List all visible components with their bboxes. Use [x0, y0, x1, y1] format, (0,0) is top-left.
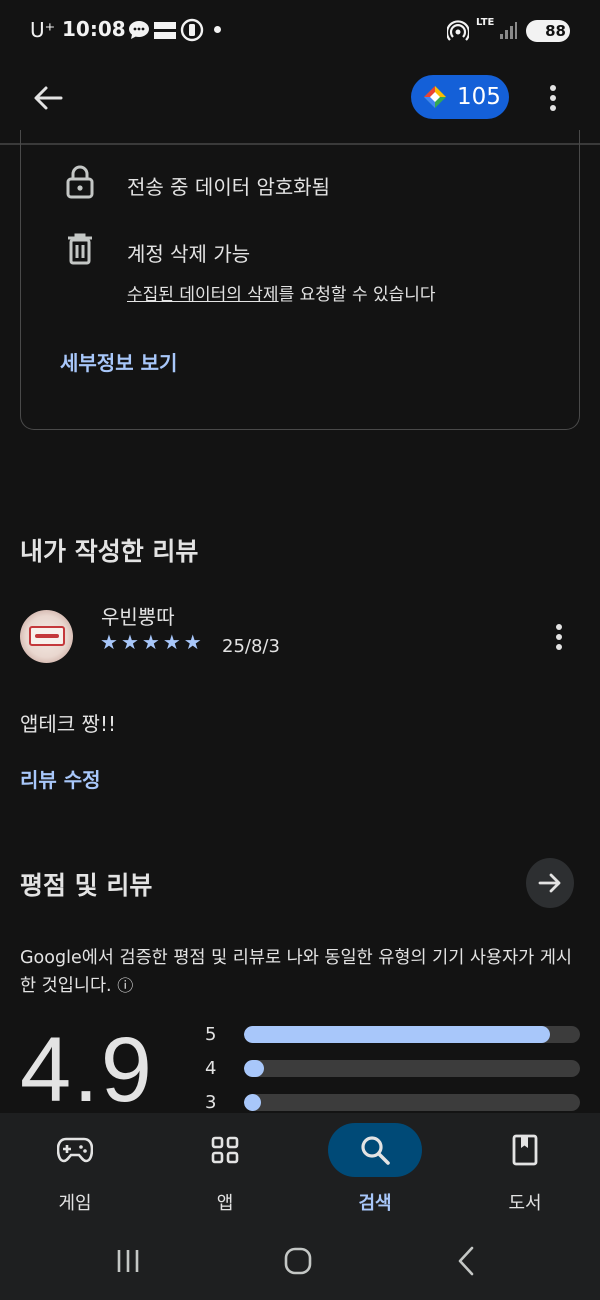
- points-count: 105: [457, 84, 501, 110]
- rating-bar-fill: [244, 1026, 550, 1043]
- play-points-button[interactable]: 105: [411, 75, 509, 119]
- star-icon: ★: [141, 630, 160, 654]
- system-back-button[interactable]: [446, 1241, 486, 1281]
- home-icon: [284, 1247, 312, 1275]
- rating-bar-fill: [244, 1060, 265, 1077]
- recent-apps-icon: [117, 1250, 139, 1272]
- review-author: 우빈뿡따: [101, 605, 175, 629]
- my-review-title: 내가 작성한 리뷰: [20, 537, 199, 566]
- review-text: 앱테크 짱!!: [20, 712, 116, 736]
- back-button[interactable]: [28, 80, 68, 116]
- star-icon: ★: [162, 630, 181, 654]
- arrow-forward-icon: [538, 873, 561, 893]
- system-navigation-bar: [0, 1223, 600, 1300]
- carrier-label: U⁺: [30, 18, 56, 42]
- apps-grid-icon: [211, 1136, 239, 1164]
- more-notifications-dot: [214, 26, 221, 33]
- info-icon[interactable]: ⓘ: [117, 976, 133, 995]
- ratings-more-button[interactable]: [526, 858, 574, 908]
- search-icon: [361, 1136, 390, 1165]
- trash-icon: [65, 232, 95, 266]
- chat-notification-icon: [128, 20, 150, 44]
- bottom-navigation: 게임 앱 검색 도서: [0, 1113, 600, 1223]
- nav-books-label: 도서: [508, 1193, 542, 1214]
- back-chevron-icon: [458, 1246, 474, 1276]
- rating-bar-fill: [244, 1094, 261, 1111]
- review-more-button[interactable]: [548, 620, 570, 654]
- nav-search[interactable]: 검색: [300, 1113, 450, 1223]
- more-options-button[interactable]: [540, 80, 566, 116]
- nav-search-label: 검색: [358, 1193, 392, 1214]
- average-rating: 4.9: [20, 1019, 154, 1121]
- rating-bar-track: [244, 1026, 580, 1043]
- clock: 10:08: [62, 17, 126, 41]
- deletion-request-suffix: 를 요청할 수 있습니다: [278, 285, 436, 305]
- edit-review-link[interactable]: 리뷰 수정: [20, 764, 101, 793]
- lte-label: LTE: [476, 17, 495, 28]
- lock-icon: [65, 165, 95, 199]
- rating-bar-label: 3: [205, 1092, 217, 1113]
- nav-games[interactable]: 게임: [0, 1113, 150, 1223]
- encrypted-in-transit-text: 전송 중 데이터 암호화됨: [127, 175, 331, 199]
- signal-icon: [498, 20, 518, 44]
- battery-indicator: 88: [526, 20, 570, 42]
- hotspot-icon: [445, 20, 471, 46]
- rating-bar-label: 5: [205, 1024, 217, 1045]
- star-icon: ★: [183, 630, 202, 654]
- arrow-back-icon: [34, 86, 63, 110]
- nav-games-label: 게임: [58, 1193, 92, 1214]
- play-points-icon: [424, 86, 446, 108]
- account-deletion-title: 계정 삭제 가능: [127, 242, 251, 266]
- more-vert-icon: [550, 85, 556, 111]
- nav-apps[interactable]: 앱: [150, 1113, 300, 1223]
- home-button[interactable]: [276, 1240, 320, 1282]
- more-vert-icon: [556, 624, 562, 650]
- status-bar: U⁺ 10:08 LTE 88: [0, 0, 600, 62]
- star-icon: ★: [100, 630, 118, 654]
- rating-bar-track: [244, 1094, 580, 1111]
- deletion-request-link[interactable]: 수집된 데이터의 삭제: [127, 285, 279, 305]
- rating-bar-label: 4: [205, 1058, 217, 1079]
- star-icon: ★: [120, 630, 139, 654]
- battery-level: 88: [545, 22, 566, 40]
- alarm-icon: [180, 18, 204, 46]
- review-stars: ★ ★ ★ ★ ★: [100, 632, 202, 652]
- review-date: 25/8/3: [222, 636, 280, 657]
- nav-books[interactable]: 도서: [450, 1113, 600, 1223]
- recent-apps-button[interactable]: [106, 1243, 150, 1279]
- see-details-link[interactable]: 세부정보 보기: [60, 347, 177, 376]
- gamepad-icon: [57, 1137, 93, 1163]
- nav-apps-label: 앱: [216, 1193, 234, 1214]
- digilocal-icon: [153, 20, 177, 46]
- avatar: [20, 610, 73, 663]
- rating-bar-track: [244, 1060, 580, 1077]
- account-deletion-subtitle: 수집된 데이터의 삭제를 요청할 수 있습니다: [127, 280, 436, 305]
- ratings-description: Google에서 검증한 평점 및 리뷰로 나와 동일한 유형의 기기 사용자가…: [20, 944, 580, 1000]
- ratings-reviews-title: 평점 및 리뷰: [20, 871, 153, 900]
- book-icon: [512, 1134, 538, 1166]
- ratings-description-text: Google에서 검증한 평점 및 리뷰로 나와 동일한 유형의 기기 사용자가…: [20, 948, 573, 996]
